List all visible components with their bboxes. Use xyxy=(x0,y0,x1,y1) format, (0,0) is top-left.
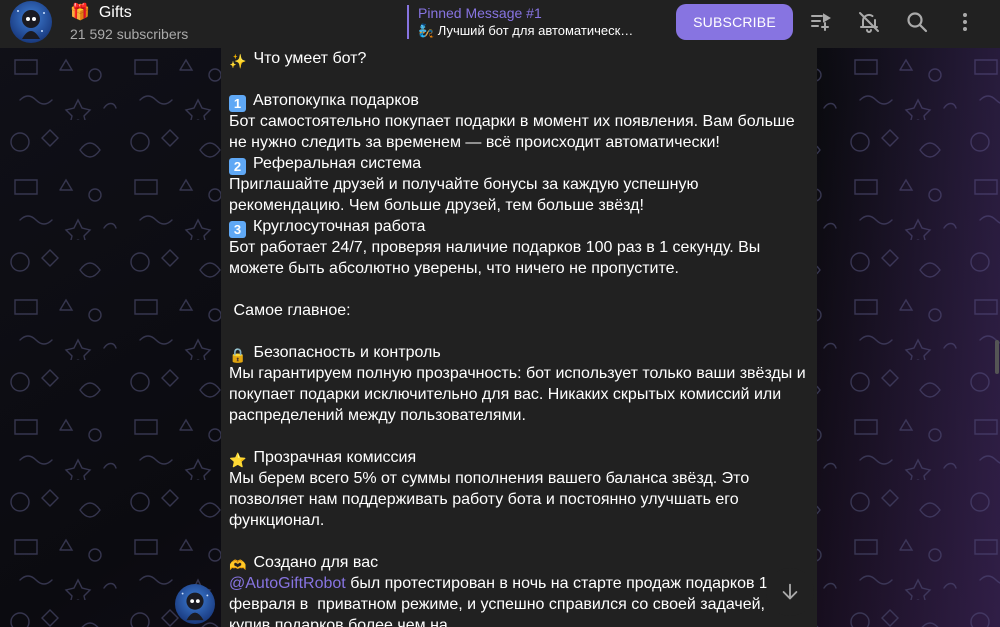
pinned-message[interactable]: Pinned Message #1 🧞 Лучший бот для автом… xyxy=(407,5,657,39)
message-line-text: рекомендацию. Чем больше друзей, тем бол… xyxy=(229,197,644,214)
message-line-text: позволяет нам поддерживать работу бота и… xyxy=(229,491,739,508)
message-line xyxy=(229,321,809,342)
number-2-icon: 2 xyxy=(229,158,246,175)
message-line: Самое главное: xyxy=(229,300,809,321)
search-icon[interactable] xyxy=(905,10,929,34)
pinned-message-text: 🧞 Лучший бот для автоматическ… xyxy=(418,23,634,38)
message-line: 2 Реферальная система xyxy=(229,153,809,175)
message-line-text: покупает подарки исключительно для вас. … xyxy=(229,386,782,403)
number-1-icon: 1 xyxy=(229,95,246,112)
message-line: 🔒 Безопасность и контроль xyxy=(229,342,809,363)
bot-link[interactable]: @AutoGiftRobot xyxy=(229,575,346,592)
channel-info[interactable]: 🎁 Gifts 21 592 subscribers xyxy=(70,3,188,43)
message-line: распределений между пользователями. xyxy=(229,405,809,426)
emoji-icon: 🔒 xyxy=(229,347,247,363)
message-line xyxy=(229,531,809,552)
emoji-icon: 🫶 xyxy=(229,557,247,573)
message-line: Мы гарантируем полную прозрачность: бот … xyxy=(229,363,809,384)
subscriber-count: 21 592 subscribers xyxy=(70,26,189,42)
message-line-text: купив подарков более чем на xyxy=(229,617,448,627)
channel-title: 🎁 Gifts xyxy=(70,3,188,22)
message-line-text: февраля в приватном режиме, и успешно сп… xyxy=(229,596,765,613)
message-line: ✨ Что умеет бот? xyxy=(229,48,809,69)
message-line: функционал. xyxy=(229,510,809,531)
voice-chat-icon[interactable] xyxy=(809,10,833,34)
message-line xyxy=(229,279,809,300)
message-line-text: Мы берем всего 5% от суммы пополнения ва… xyxy=(229,470,750,487)
emoji-icon: ✨ xyxy=(229,53,247,69)
scroll-to-bottom-button[interactable] xyxy=(766,568,814,616)
message-line: 3 Круглосуточная работа xyxy=(229,216,809,238)
arrow-down-icon xyxy=(782,583,798,600)
chat-header: 🎁 Gifts 21 592 subscribers Pinned Messag… xyxy=(0,0,1000,48)
scrollbar-thumb[interactable] xyxy=(995,340,999,374)
message-line-text: можете быть абсолютно уверены, что ничег… xyxy=(229,260,679,277)
message-line-text: Безопасность и контроль xyxy=(253,344,441,361)
message-line: Бот работает 24/7, проверяя наличие пода… xyxy=(229,237,809,258)
avatar-character-icon xyxy=(17,10,45,39)
message-line xyxy=(229,69,809,90)
message-line-text: Реферальная система xyxy=(253,155,422,172)
message-line: 🫶 Создано для вас xyxy=(229,552,809,573)
message-line: позволяет нам поддерживать работу бота и… xyxy=(229,489,809,510)
message-line: Мы берем всего 5% от суммы пополнения ва… xyxy=(229,468,809,489)
message-line-text: Прозрачная комиссия xyxy=(253,449,417,466)
message-line-text: был протестирован в ночь на старте прода… xyxy=(345,575,768,592)
message-line-text: Самое главное: xyxy=(229,302,351,319)
number-3-icon: 3 xyxy=(229,221,246,238)
message-line-text: не нужно следить за временем — всё проис… xyxy=(229,134,720,151)
pinned-message-title: Pinned Message #1 xyxy=(418,5,542,21)
message-line: купив подарков более чем на xyxy=(229,615,809,627)
subscribe-button[interactable]: SUBSCRIBE xyxy=(676,4,793,40)
avatar-character-icon xyxy=(181,592,209,621)
message-line: не нужно следить за временем — всё проис… xyxy=(229,132,809,153)
message-line: @AutoGiftRobot был протестирован в ночь … xyxy=(229,573,809,594)
message-bubble: ✨ Что умеет бот? 1 Автопокупка подарков Бот … xyxy=(221,48,817,627)
telegram-app: 🎁 Gifts 21 592 subscribers Pinned Messag… xyxy=(0,0,1000,627)
sender-avatar[interactable] xyxy=(175,584,215,624)
message-line: покупает подарки исключительно для вас. … xyxy=(229,384,809,405)
mute-icon[interactable] xyxy=(857,10,881,34)
more-icon[interactable] xyxy=(953,10,977,34)
message-line-text: Что умеет бот? xyxy=(253,50,367,67)
message-line-text: функционал. xyxy=(229,512,325,529)
message-line-text: Автопокупка подарков xyxy=(253,92,419,109)
message-text: ✨ Что умеет бот? 1 Автопокупка подарков Бот … xyxy=(229,48,809,627)
message-line-text: Круглосуточная работа xyxy=(253,218,426,235)
message-line: Приглашайте друзей и получайте бонусы за… xyxy=(229,174,809,195)
message-line-text: распределений между пользователями. xyxy=(229,407,526,424)
message-line: февраля в приватном режиме, и успешно сп… xyxy=(229,594,809,615)
message-line-text: Бот работает 24/7, проверяя наличие пода… xyxy=(229,239,761,256)
message-line: рекомендацию. Чем больше друзей, тем бол… xyxy=(229,195,809,216)
message-line-text: Приглашайте друзей и получайте бонусы за… xyxy=(229,176,699,193)
message-line: ⭐ Прозрачная комиссия xyxy=(229,447,809,468)
message-line: можете быть абсолютно уверены, что ничег… xyxy=(229,258,809,279)
gift-emoji-icon: 🎁 xyxy=(70,4,90,21)
message-line xyxy=(229,426,809,447)
emoji-icon: ⭐ xyxy=(229,452,247,468)
message-line-text: Создано для вас xyxy=(253,554,379,571)
message-line: Бот самостоятельно покупает подарки в мо… xyxy=(229,111,809,132)
channel-avatar[interactable] xyxy=(10,1,52,43)
message-line: 1 Автопокупка подарков xyxy=(229,90,809,112)
message-line-text: Бот самостоятельно покупает подарки в мо… xyxy=(229,113,795,130)
channel-title-text: Gifts xyxy=(98,4,132,21)
message-line-text: Мы гарантируем полную прозрачность: бот … xyxy=(229,365,806,382)
